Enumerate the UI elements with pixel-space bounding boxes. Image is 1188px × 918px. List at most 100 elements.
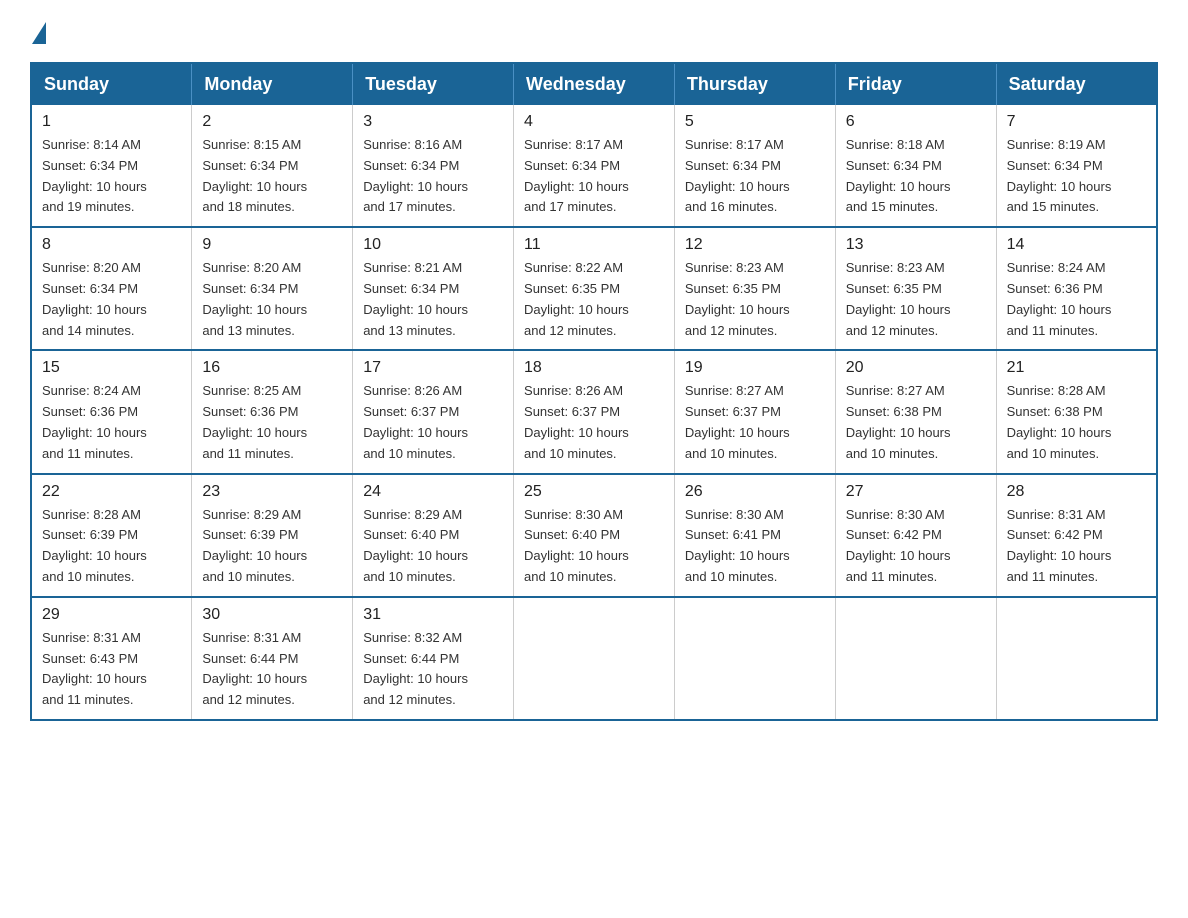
day-number: 13 [846, 236, 986, 254]
day-number: 7 [1007, 113, 1146, 131]
day-info: Sunrise: 8:23 AMSunset: 6:35 PMDaylight:… [685, 258, 825, 341]
calendar-cell [996, 597, 1157, 720]
calendar-table: Sunday Monday Tuesday Wednesday Thursday… [30, 62, 1158, 721]
calendar-cell [674, 597, 835, 720]
calendar-cell: 14 Sunrise: 8:24 AMSunset: 6:36 PMDayligh… [996, 227, 1157, 350]
calendar-cell: 28 Sunrise: 8:31 AMSunset: 6:42 PMDayligh… [996, 474, 1157, 597]
calendar-cell: 8 Sunrise: 8:20 AMSunset: 6:34 PMDaylight… [31, 227, 192, 350]
day-info: Sunrise: 8:31 AMSunset: 6:42 PMDaylight:… [1007, 505, 1146, 588]
day-info: Sunrise: 8:31 AMSunset: 6:43 PMDaylight:… [42, 628, 181, 711]
day-number: 19 [685, 359, 825, 377]
day-info: Sunrise: 8:24 AMSunset: 6:36 PMDaylight:… [42, 381, 181, 464]
day-number: 8 [42, 236, 181, 254]
calendar-cell: 26 Sunrise: 8:30 AMSunset: 6:41 PMDayligh… [674, 474, 835, 597]
day-number: 10 [363, 236, 503, 254]
day-number: 28 [1007, 483, 1146, 501]
day-info: Sunrise: 8:28 AMSunset: 6:38 PMDaylight:… [1007, 381, 1146, 464]
calendar-cell: 20Sunrise: 8:27 AMSunset: 6:38 PMDayligh… [835, 350, 996, 473]
header-tuesday: Tuesday [353, 63, 514, 105]
calendar-body: 1 Sunrise: 8:14 AMSunset: 6:34 PMDaylight… [31, 105, 1157, 720]
day-number: 14 [1007, 236, 1146, 254]
calendar-cell: 18Sunrise: 8:26 AMSunset: 6:37 PMDayligh… [514, 350, 675, 473]
calendar-week-row-3: 15Sunrise: 8:24 AMSunset: 6:36 PMDayligh… [31, 350, 1157, 473]
day-info: Sunrise: 8:17 AMSunset: 6:34 PMDaylight:… [685, 135, 825, 218]
day-info: Sunrise: 8:25 AMSunset: 6:36 PMDaylight:… [202, 381, 342, 464]
day-number: 12 [685, 236, 825, 254]
header-monday: Monday [192, 63, 353, 105]
day-info: Sunrise: 8:30 AMSunset: 6:41 PMDaylight:… [685, 505, 825, 588]
calendar-cell: 10 Sunrise: 8:21 AMSunset: 6:34 PMDayligh… [353, 227, 514, 350]
day-info: Sunrise: 8:23 AMSunset: 6:35 PMDaylight:… [846, 258, 986, 341]
day-info: Sunrise: 8:28 AMSunset: 6:39 PMDaylight:… [42, 505, 181, 588]
day-info: Sunrise: 8:31 AMSunset: 6:44 PMDaylight:… [202, 628, 342, 711]
day-info: Sunrise: 8:22 AMSunset: 6:35 PMDaylight:… [524, 258, 664, 341]
day-number: 23 [202, 483, 342, 501]
day-number: 9 [202, 236, 342, 254]
calendar-cell [835, 597, 996, 720]
day-number: 26 [685, 483, 825, 501]
calendar-cell: 27Sunrise: 8:30 AMSunset: 6:42 PMDayligh… [835, 474, 996, 597]
calendar-cell: 22Sunrise: 8:28 AMSunset: 6:39 PMDayligh… [31, 474, 192, 597]
calendar-week-row-2: 8 Sunrise: 8:20 AMSunset: 6:34 PMDaylight… [31, 227, 1157, 350]
day-info: Sunrise: 8:21 AMSunset: 6:34 PMDaylight:… [363, 258, 503, 341]
logo [30, 20, 48, 42]
day-info: Sunrise: 8:20 AMSunset: 6:34 PMDaylight:… [202, 258, 342, 341]
day-info: Sunrise: 8:30 AMSunset: 6:40 PMDaylight:… [524, 505, 664, 588]
calendar-cell: 2 Sunrise: 8:15 AMSunset: 6:34 PMDaylight… [192, 105, 353, 227]
calendar-cell: 30 Sunrise: 8:31 AMSunset: 6:44 PMDayligh… [192, 597, 353, 720]
day-info: Sunrise: 8:24 AMSunset: 6:36 PMDaylight:… [1007, 258, 1146, 341]
day-number: 31 [363, 606, 503, 624]
day-info: Sunrise: 8:18 AMSunset: 6:34 PMDaylight:… [846, 135, 986, 218]
header-sunday: Sunday [31, 63, 192, 105]
header-friday: Friday [835, 63, 996, 105]
day-number: 4 [524, 113, 664, 131]
day-info: Sunrise: 8:26 AMSunset: 6:37 PMDaylight:… [524, 381, 664, 464]
day-info: Sunrise: 8:17 AMSunset: 6:34 PMDaylight:… [524, 135, 664, 218]
calendar-cell: 25Sunrise: 8:30 AMSunset: 6:40 PMDayligh… [514, 474, 675, 597]
header-saturday: Saturday [996, 63, 1157, 105]
day-info: Sunrise: 8:29 AMSunset: 6:40 PMDaylight:… [363, 505, 503, 588]
calendar-cell: 16 Sunrise: 8:25 AMSunset: 6:36 PMDayligh… [192, 350, 353, 473]
calendar-cell: 13 Sunrise: 8:23 AMSunset: 6:35 PMDayligh… [835, 227, 996, 350]
calendar-week-row-4: 22Sunrise: 8:28 AMSunset: 6:39 PMDayligh… [31, 474, 1157, 597]
day-number: 1 [42, 113, 181, 131]
calendar-cell: 24Sunrise: 8:29 AMSunset: 6:40 PMDayligh… [353, 474, 514, 597]
logo-triangle-icon [32, 22, 46, 44]
day-info: Sunrise: 8:27 AMSunset: 6:38 PMDaylight:… [846, 381, 986, 464]
header-wednesday: Wednesday [514, 63, 675, 105]
calendar-cell: 12 Sunrise: 8:23 AMSunset: 6:35 PMDayligh… [674, 227, 835, 350]
calendar-cell: 29 Sunrise: 8:31 AMSunset: 6:43 PMDayligh… [31, 597, 192, 720]
day-info: Sunrise: 8:15 AMSunset: 6:34 PMDaylight:… [202, 135, 342, 218]
day-info: Sunrise: 8:20 AMSunset: 6:34 PMDaylight:… [42, 258, 181, 341]
day-info: Sunrise: 8:26 AMSunset: 6:37 PMDaylight:… [363, 381, 503, 464]
calendar-cell: 5 Sunrise: 8:17 AMSunset: 6:34 PMDaylight… [674, 105, 835, 227]
page-header [30, 20, 1158, 42]
day-info: Sunrise: 8:32 AMSunset: 6:44 PMDaylight:… [363, 628, 503, 711]
calendar-week-row-5: 29 Sunrise: 8:31 AMSunset: 6:43 PMDayligh… [31, 597, 1157, 720]
day-number: 17 [363, 359, 503, 377]
day-number: 21 [1007, 359, 1146, 377]
calendar-cell: 17 Sunrise: 8:26 AMSunset: 6:37 PMDayligh… [353, 350, 514, 473]
day-number: 6 [846, 113, 986, 131]
calendar-cell: 9 Sunrise: 8:20 AMSunset: 6:34 PMDaylight… [192, 227, 353, 350]
calendar-cell: 15Sunrise: 8:24 AMSunset: 6:36 PMDayligh… [31, 350, 192, 473]
day-info: Sunrise: 8:29 AMSunset: 6:39 PMDaylight:… [202, 505, 342, 588]
calendar-cell: 21 Sunrise: 8:28 AMSunset: 6:38 PMDayligh… [996, 350, 1157, 473]
day-info: Sunrise: 8:19 AMSunset: 6:34 PMDaylight:… [1007, 135, 1146, 218]
weekday-header-row: Sunday Monday Tuesday Wednesday Thursday… [31, 63, 1157, 105]
header-thursday: Thursday [674, 63, 835, 105]
day-info: Sunrise: 8:27 AMSunset: 6:37 PMDaylight:… [685, 381, 825, 464]
calendar-cell: 1 Sunrise: 8:14 AMSunset: 6:34 PMDaylight… [31, 105, 192, 227]
day-number: 16 [202, 359, 342, 377]
day-number: 11 [524, 236, 664, 254]
day-info: Sunrise: 8:16 AMSunset: 6:34 PMDaylight:… [363, 135, 503, 218]
day-number: 5 [685, 113, 825, 131]
calendar-cell: 7 Sunrise: 8:19 AMSunset: 6:34 PMDaylight… [996, 105, 1157, 227]
calendar-cell: 6 Sunrise: 8:18 AMSunset: 6:34 PMDaylight… [835, 105, 996, 227]
day-info: Sunrise: 8:14 AMSunset: 6:34 PMDaylight:… [42, 135, 181, 218]
day-number: 2 [202, 113, 342, 131]
day-number: 27 [846, 483, 986, 501]
day-number: 30 [202, 606, 342, 624]
day-number: 29 [42, 606, 181, 624]
calendar-cell: 4 Sunrise: 8:17 AMSunset: 6:34 PMDaylight… [514, 105, 675, 227]
